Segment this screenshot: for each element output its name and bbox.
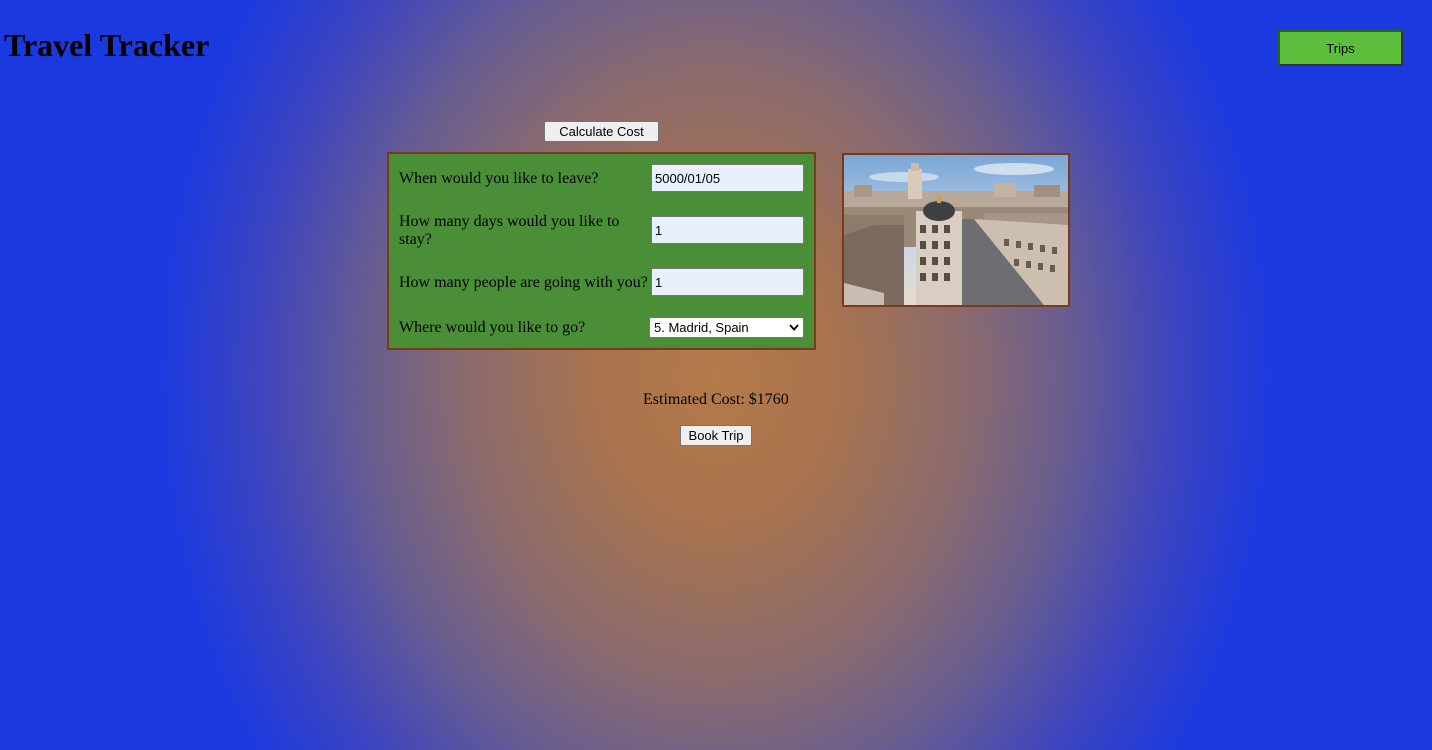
calculate-cost-button[interactable]: Calculate Cost	[544, 121, 659, 142]
travelers-input[interactable]	[651, 268, 804, 296]
page-title: Travel Tracker	[4, 27, 210, 63]
duration-label: How many days would you like to stay?	[399, 213, 620, 248]
chevron-down-icon	[789, 324, 799, 331]
destination-photo	[842, 153, 1070, 307]
madrid-city-photo-icon	[844, 155, 1068, 305]
destination-label: Where would you like to go?	[399, 319, 586, 336]
destination-select[interactable]: 5. Madrid, Spain	[649, 317, 804, 338]
book-trip-button[interactable]: Book Trip	[680, 425, 752, 446]
leave-date-label: When would you like to leave?	[399, 170, 599, 187]
leave-date-input[interactable]	[651, 164, 804, 192]
trip-form: When would you like to leave? How many d…	[387, 152, 816, 350]
trips-button[interactable]: Trips	[1278, 30, 1403, 66]
destination-selected-value: 5. Madrid, Spain	[654, 320, 749, 335]
duration-input[interactable]	[651, 216, 804, 244]
travelers-label: How many people are going with you?	[399, 274, 648, 291]
estimated-cost-text: Estimated Cost: $1760	[643, 391, 789, 408]
